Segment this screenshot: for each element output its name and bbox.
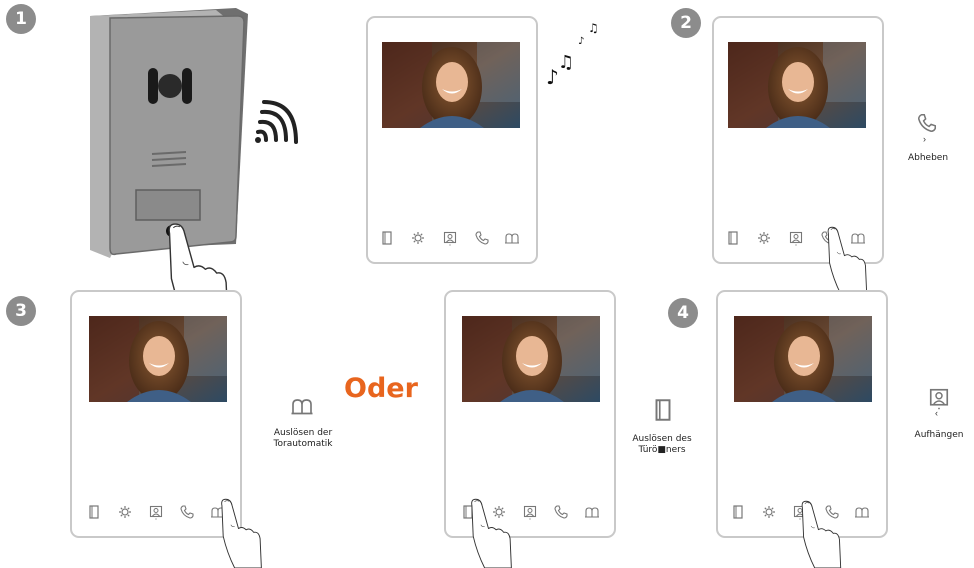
door-icon[interactable] bbox=[379, 230, 395, 246]
settings-icon[interactable] bbox=[410, 230, 426, 246]
phone-icon[interactable] bbox=[474, 230, 490, 246]
svg-text:♫: ♫ bbox=[588, 21, 599, 35]
monitor-ringing bbox=[366, 16, 538, 264]
intercom-icon[interactable] bbox=[522, 504, 538, 520]
finger-icon bbox=[786, 500, 852, 568]
settings-icon[interactable] bbox=[761, 504, 777, 520]
video-screen bbox=[734, 316, 872, 402]
settings-icon[interactable] bbox=[756, 230, 772, 246]
pickup-caption: Abheben bbox=[907, 153, 949, 163]
video-screen bbox=[89, 316, 227, 402]
door-icon bbox=[650, 396, 676, 424]
gate-icon[interactable] bbox=[504, 230, 520, 246]
step-3-badge: 3 bbox=[6, 296, 36, 326]
step-2-badge: 2 bbox=[671, 8, 701, 38]
finger-icon bbox=[812, 226, 878, 294]
door-icon[interactable] bbox=[86, 504, 102, 520]
door-caption-line-2: Türö■ners bbox=[638, 445, 686, 455]
gate-caption: Auslösen der Torautomatik bbox=[266, 428, 340, 450]
oder-label: Oder bbox=[344, 373, 418, 404]
gate-icon bbox=[290, 394, 314, 418]
door-icon[interactable] bbox=[725, 230, 741, 246]
monitor-button-row bbox=[368, 230, 536, 246]
door-caption: Auslösen des Türö■ners bbox=[622, 434, 702, 456]
door-caption-line-1: Auslösen des bbox=[632, 434, 692, 444]
gate-caption-line-1: Auslösen der bbox=[273, 428, 333, 438]
arrow-right-icon: › bbox=[923, 134, 926, 144]
music-notes-icon: ♪ ♫ ♪ ♫ bbox=[546, 21, 599, 88]
svg-text:♫: ♫ bbox=[558, 52, 574, 73]
svg-text:♪: ♪ bbox=[546, 65, 559, 88]
phone-icon bbox=[916, 112, 938, 134]
intercom-icon[interactable] bbox=[148, 504, 164, 520]
intercom-icon bbox=[927, 386, 951, 410]
video-screen bbox=[382, 42, 520, 128]
arrow-left-icon: ‹ bbox=[935, 408, 938, 418]
phone-icon[interactable] bbox=[179, 504, 195, 520]
gate-icon[interactable] bbox=[584, 504, 600, 520]
settings-icon[interactable] bbox=[117, 504, 133, 520]
wifi-signal-icon bbox=[255, 100, 298, 144]
phone-icon[interactable] bbox=[553, 504, 569, 520]
step-1-badge: 1 bbox=[6, 4, 36, 34]
video-screen bbox=[728, 42, 866, 128]
finger-icon bbox=[456, 498, 522, 568]
hangup-caption: Aufhängen bbox=[914, 430, 964, 440]
video-screen bbox=[462, 316, 600, 402]
door-icon[interactable] bbox=[730, 504, 746, 520]
intercom-icon[interactable] bbox=[788, 230, 804, 246]
svg-text:♪: ♪ bbox=[578, 36, 584, 47]
step-4-badge: 4 bbox=[668, 298, 698, 328]
intercom-icon[interactable] bbox=[442, 230, 458, 246]
gate-caption-line-2: Torautomatik bbox=[273, 439, 333, 449]
gate-icon[interactable] bbox=[854, 504, 870, 520]
finger-icon bbox=[206, 498, 272, 568]
